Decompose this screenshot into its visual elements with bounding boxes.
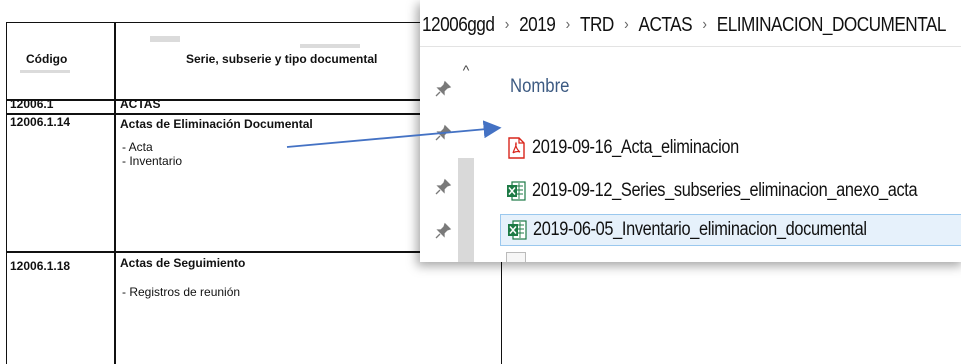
header-codigo: Código (26, 52, 68, 66)
breadcrumb: 12006ggd › 2019 › TRD › ACTAS › ELIMINAC… (422, 8, 946, 42)
chevron-right-icon: › (624, 16, 629, 33)
header-serie: Serie, subserie y tipo documental (186, 52, 378, 66)
chevron-right-icon: › (702, 16, 707, 33)
chevron-right-icon: › (504, 16, 510, 33)
breadcrumb-item[interactable]: ELIMINACION_DOCUMENTAL (717, 14, 947, 37)
row-item: - Inventario (122, 154, 183, 168)
file-row[interactable]: 2019-09-12_Series_subseries_eliminacion_… (500, 175, 961, 207)
pin-icon[interactable] (434, 124, 452, 142)
row-title: Actas de Seguimiento (120, 256, 246, 270)
pin-icon[interactable] (434, 178, 452, 196)
excel-file-icon (507, 181, 526, 201)
pin-icon[interactable] (434, 222, 452, 240)
breadcrumb-item[interactable]: 2019 (519, 14, 556, 37)
scrollbar-thumb[interactable] (458, 158, 474, 262)
column-header-name[interactable]: Nombre (510, 76, 569, 98)
row-title: ACTAS (120, 97, 161, 111)
row-code: 12006.1 (10, 97, 54, 111)
scan-noise (300, 44, 360, 48)
file-row-selected[interactable]: 2019-06-05_Inventario_eliminacion_docume… (500, 214, 961, 246)
row-item: - Registros de reunión (122, 285, 241, 299)
file-name: 2019-09-16_Acta_eliminacion (532, 137, 739, 158)
file-icon-partial (506, 252, 526, 262)
breadcrumb-divider (420, 46, 961, 47)
scrollbar[interactable]: ^ (456, 62, 476, 262)
pin-icon[interactable] (434, 80, 452, 98)
breadcrumb-item[interactable]: ACTAS (639, 14, 693, 37)
excel-file-icon (508, 220, 527, 240)
row-code: 12006.1.14 (10, 115, 71, 129)
file-name: 2019-09-12_Series_subseries_eliminacion_… (532, 180, 918, 201)
breadcrumb-item[interactable]: 12006ggd (422, 14, 495, 37)
scan-noise (20, 70, 70, 73)
row-title: Actas de Eliminación Documental (120, 117, 313, 131)
chevron-right-icon: › (565, 16, 571, 33)
chevron-up-icon[interactable]: ^ (458, 62, 474, 82)
table-column-divider (114, 23, 116, 364)
file-name: 2019-06-05_Inventario_eliminacion_docume… (533, 219, 867, 240)
breadcrumb-item[interactable]: TRD (580, 14, 614, 37)
scan-noise (150, 36, 180, 42)
row-item: - Acta (122, 140, 153, 154)
row-code: 12006.1.18 (10, 259, 71, 273)
file-row[interactable]: 2019-09-16_Acta_eliminacion (500, 132, 961, 164)
pdf-file-icon (508, 137, 525, 159)
file-explorer-window: 12006ggd › 2019 › TRD › ACTAS › ELIMINAC… (420, 0, 961, 262)
